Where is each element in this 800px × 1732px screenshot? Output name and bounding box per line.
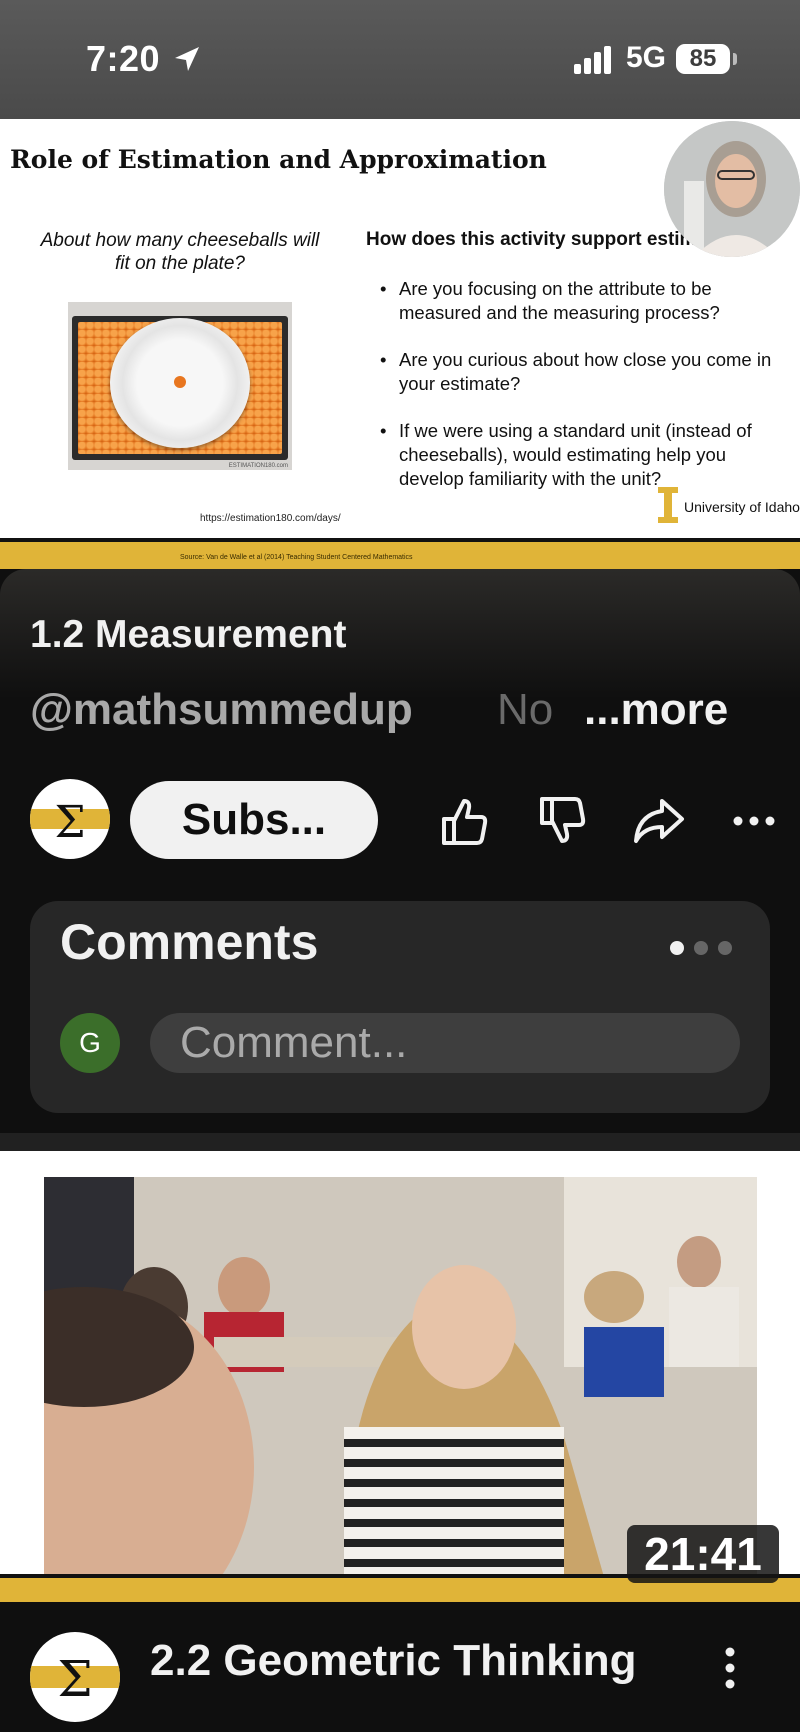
pagination-dots-icon — [670, 941, 760, 957]
video-player[interactable]: Role of Estimation and Approximation Abo… — [0, 119, 800, 569]
comment-input[interactable]: Comment... — [150, 1013, 740, 1073]
dislike-icon[interactable] — [534, 793, 590, 849]
classroom-scene — [44, 1177, 757, 1577]
university-logo-icon — [658, 487, 678, 523]
channel-handle[interactable]: @mathsummedup — [30, 685, 413, 735]
sigma-logo-icon: Σ — [30, 797, 110, 848]
slide-bullet: Are you focusing on the attribute to be … — [380, 277, 780, 325]
user-avatar: G — [60, 1013, 120, 1073]
dot — [694, 941, 708, 955]
network-type: 5G — [626, 41, 667, 74]
signal-icon — [574, 46, 611, 74]
comments-title: Comments — [60, 914, 319, 970]
sigma-logo-icon: Σ — [30, 1650, 120, 1708]
kebab-menu-icon[interactable] — [716, 1644, 744, 1692]
battery-level: 85 — [676, 44, 730, 74]
slide-title: Role of Estimation and Approximation — [10, 145, 547, 174]
battery-cap — [733, 53, 737, 65]
section-separator — [0, 1133, 800, 1151]
subscribe-button[interactable]: Subs... — [130, 781, 378, 859]
status-time: 7:20 — [86, 38, 161, 79]
slide-question: About how many cheeseballs will fit on t… — [40, 230, 320, 274]
like-icon[interactable] — [436, 793, 492, 849]
description-preview[interactable]: No — [497, 685, 553, 735]
single-cheeseball — [174, 376, 186, 388]
slide-bullets: Are you focusing on the attribute to be … — [380, 277, 780, 514]
share-icon[interactable] — [630, 793, 686, 849]
more-link[interactable]: ...more — [584, 685, 728, 735]
slide-bullet: Are you curious about how close you come… — [380, 348, 780, 396]
slide-heading: How does this activity support estim... — [366, 229, 713, 250]
slide-footer-bar: Source: Van de Walle et al (2014) Teachi… — [0, 538, 800, 569]
slide-url: https://estimation180.com/days/ — [200, 513, 341, 524]
university-name: University of Idaho — [684, 499, 800, 515]
status-bar: 7:20 5G 85 — [0, 0, 800, 119]
next-video-title[interactable]: 2.2 Geometric Thinking — [150, 1634, 710, 1688]
next-video-thumbnail[interactable]: 21:41 — [0, 1151, 800, 1602]
dot — [718, 941, 732, 955]
channel-avatar[interactable]: Σ — [30, 1632, 120, 1722]
cheeseball-photo: ESTIMATION180.com — [68, 302, 292, 470]
svg-text:Σ: Σ — [57, 1650, 92, 1708]
slide-source: Source: Van de Walle et al (2014) Teachi… — [180, 554, 413, 561]
video-title: 1.2 Measurement — [30, 613, 347, 656]
dot-active — [670, 941, 684, 955]
photo-credit: ESTIMATION180.com — [228, 463, 288, 469]
presenter-figure — [664, 121, 800, 257]
channel-avatar[interactable]: Σ — [30, 779, 110, 859]
video-info-panel: 1.2 Measurement @mathsummedup No ...more… — [0, 569, 800, 1133]
location-arrow-icon — [175, 47, 199, 71]
more-options-icon[interactable] — [728, 793, 784, 849]
slide-bullet: If we were using a standard unit (instea… — [380, 419, 780, 491]
svg-text:Σ: Σ — [54, 797, 85, 848]
next-video-row[interactable]: Σ 2.2 Geometric Thinking — [0, 1602, 800, 1732]
presenter-webcam — [664, 121, 800, 257]
comments-section[interactable]: Comments G Comment... — [30, 901, 770, 1113]
video-duration: 21:41 — [627, 1525, 779, 1583]
classroom-photo — [44, 1177, 757, 1577]
